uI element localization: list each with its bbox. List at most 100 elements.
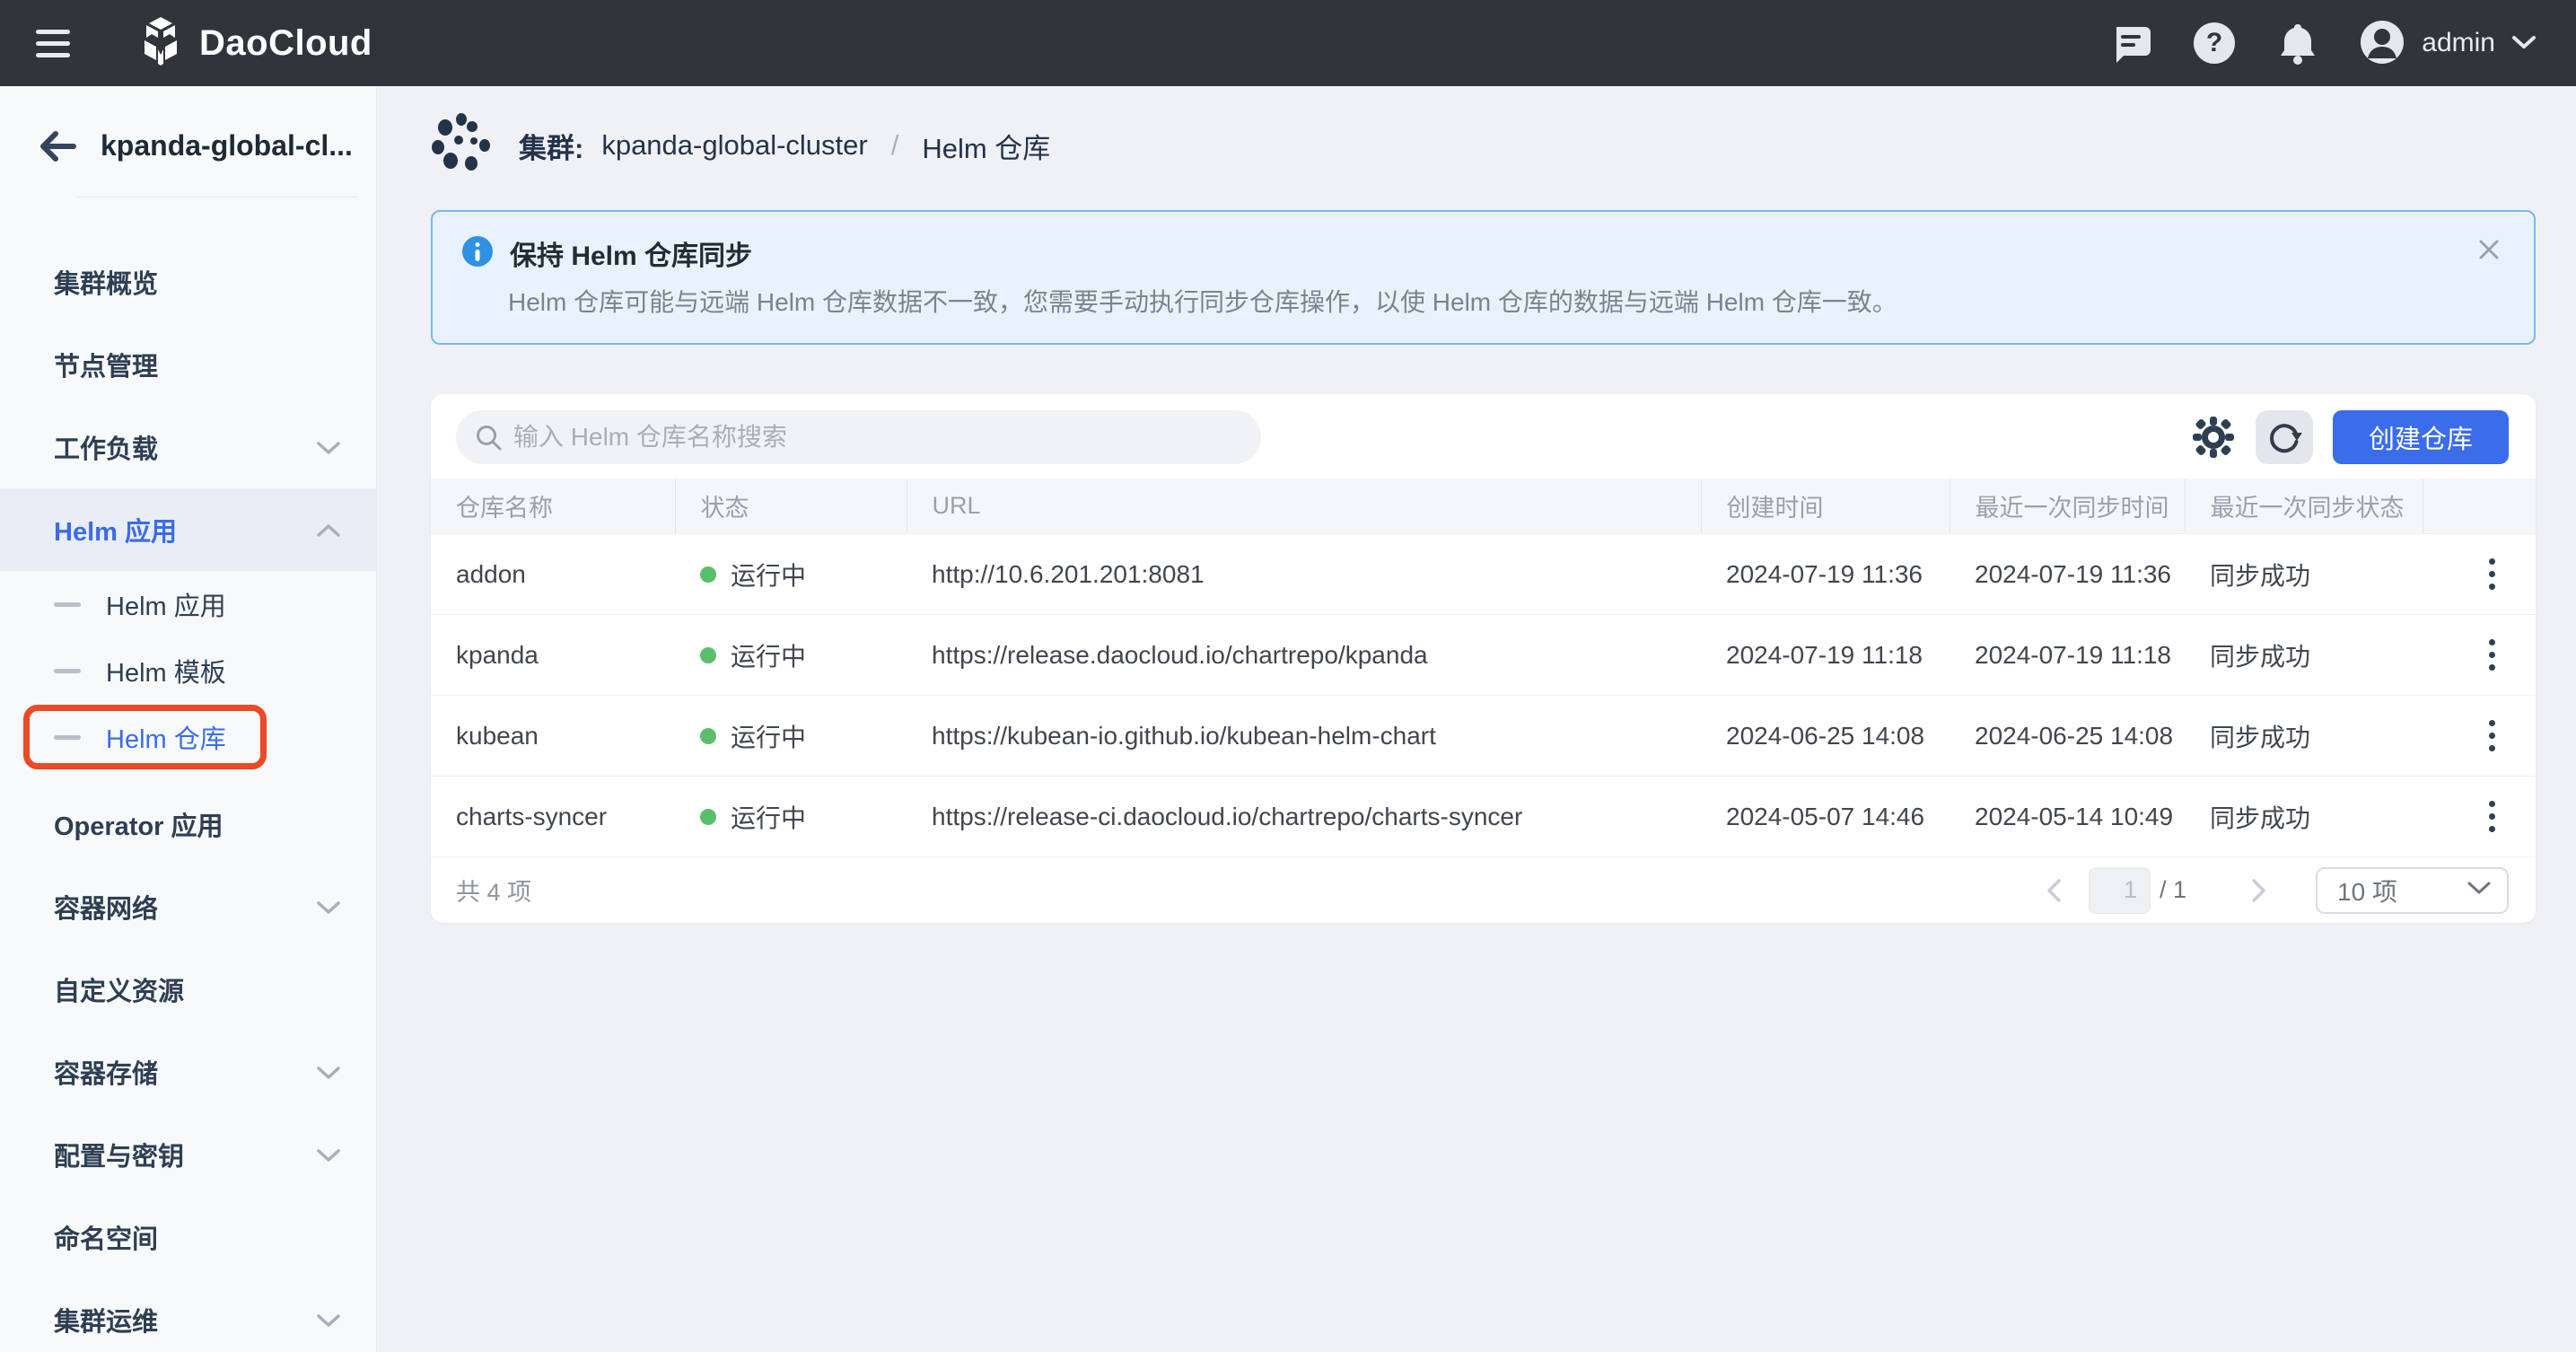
next-page-icon[interactable] bbox=[2244, 872, 2274, 909]
status-dot bbox=[700, 647, 716, 663]
col-header-actions bbox=[2423, 478, 2536, 534]
sidebar-item-label: Operator 应用 bbox=[54, 805, 223, 843]
breadcrumb-cluster-link[interactable]: kpanda-global-cluster bbox=[601, 129, 867, 162]
chat-icon[interactable] bbox=[2109, 22, 2152, 65]
repo-list-card: 创建仓库 仓库名称 状态 URL 创建时间 最近一次同步时间 bbox=[431, 394, 2536, 924]
status-text: 运行中 bbox=[731, 637, 806, 673]
create-repo-button[interactable]: 创建仓库 bbox=[2333, 410, 2509, 464]
chevron-down-icon bbox=[317, 1058, 340, 1087]
created-time: 2024-05-07 14:46 bbox=[1701, 777, 1950, 857]
sidebar-item-helm-apps[interactable]: Helm 应用 bbox=[0, 488, 376, 571]
sidebar-item-container-storage[interactable]: 容器存储 bbox=[0, 1031, 376, 1113]
svg-text:?: ? bbox=[2206, 28, 2222, 57]
repo-url: https://kubean-io.github.io/kubean-helm-… bbox=[907, 696, 1701, 777]
info-icon bbox=[461, 235, 494, 272]
close-icon[interactable] bbox=[2476, 237, 2502, 265]
dash-icon bbox=[54, 735, 81, 740]
info-alert: 保持 Helm 仓库同步 Helm 仓库可能与远端 Helm 仓库数据不一致，您… bbox=[431, 210, 2536, 345]
created-time: 2024-07-19 11:18 bbox=[1701, 615, 1950, 696]
table-row: charts-syncer 运行中 https://release-ci.dao… bbox=[431, 777, 2536, 857]
helm-submenu: Helm 应用 Helm 模板 Helm 仓库 bbox=[0, 571, 376, 770]
sync-status: 同步成功 bbox=[2185, 534, 2423, 615]
chevron-down-icon bbox=[317, 433, 340, 462]
sidebar-item-config-secrets[interactable]: 配置与密钥 bbox=[0, 1113, 376, 1196]
sidebar-item-label: 集群概览 bbox=[54, 263, 158, 301]
sidebar-item-container-network[interactable]: 容器网络 bbox=[0, 865, 376, 948]
prev-page-icon[interactable] bbox=[2038, 872, 2069, 909]
sidebar-item-label: Helm 应用 bbox=[106, 585, 226, 623]
repo-name: addon bbox=[431, 534, 675, 615]
row-actions-kebab-icon[interactable] bbox=[2473, 549, 2511, 599]
page-number-input[interactable] bbox=[2089, 867, 2151, 914]
created-time: 2024-07-19 11:36 bbox=[1701, 534, 1950, 615]
sidebar-item-cluster-ops[interactable]: 集群运维 bbox=[0, 1278, 376, 1352]
username: admin bbox=[2422, 28, 2495, 58]
gear-icon[interactable] bbox=[2191, 415, 2236, 460]
repo-url: http://10.6.201.201:8081 bbox=[907, 534, 1701, 615]
row-actions-kebab-icon[interactable] bbox=[2473, 711, 2511, 760]
status-dot bbox=[700, 728, 716, 744]
repo-name: kpanda bbox=[431, 615, 675, 696]
sidebar-item-label: 自定义资源 bbox=[54, 970, 184, 1008]
page-size-select[interactable]: 10 项 bbox=[2316, 867, 2509, 914]
table-row: addon 运行中 http://10.6.201.201:8081 2024-… bbox=[431, 534, 2536, 615]
refresh-icon[interactable] bbox=[2256, 410, 2313, 464]
table-row: kpanda 运行中 https://release.daocloud.io/c… bbox=[431, 615, 2536, 696]
sidebar-item-cluster-overview[interactable]: 集群概览 bbox=[0, 241, 376, 323]
cluster-header: kpanda-global-cl... bbox=[0, 86, 376, 197]
col-header-sync-status: 最近一次同步状态 bbox=[2185, 478, 2423, 534]
bell-icon[interactable] bbox=[2276, 21, 2319, 66]
sidebar-item-label: Helm 仓库 bbox=[106, 718, 226, 756]
chevron-down-icon bbox=[317, 1140, 340, 1170]
cluster-dots-icon bbox=[431, 111, 490, 180]
sync-status: 同步成功 bbox=[2185, 777, 2423, 857]
search-input[interactable] bbox=[456, 410, 1261, 464]
repo-name: charts-syncer bbox=[431, 777, 675, 857]
chevron-up-icon bbox=[317, 515, 340, 545]
repo-name: kubean bbox=[431, 696, 675, 777]
cluster-name: kpanda-global-cl... bbox=[101, 129, 353, 162]
sidebar-item-node-management[interactable]: 节点管理 bbox=[0, 323, 376, 406]
row-actions-kebab-icon[interactable] bbox=[2473, 630, 2511, 680]
row-actions-kebab-icon[interactable] bbox=[2473, 792, 2511, 841]
help-icon[interactable]: ? bbox=[2192, 21, 2237, 66]
total-count: 共 4 项 bbox=[456, 873, 531, 908]
chevron-down-icon bbox=[2467, 881, 2491, 900]
sidebar-item-label: 集群运维 bbox=[54, 1301, 158, 1339]
table-header-row: 仓库名称 状态 URL 创建时间 最近一次同步时间 最近一次同步状态 bbox=[431, 478, 2536, 534]
repo-url: https://release-ci.daocloud.io/chartrepo… bbox=[907, 777, 1701, 857]
status-text: 运行中 bbox=[731, 718, 806, 754]
pagination: / 1 10 项 bbox=[2038, 867, 2509, 914]
repo-url: https://release.daocloud.io/chartrepo/kp… bbox=[907, 615, 1701, 696]
sidebar-item-label: 工作负载 bbox=[54, 428, 158, 466]
alert-body: 保持 Helm 仓库同步 Helm 仓库可能与远端 Helm 仓库数据不一致，您… bbox=[461, 233, 2476, 320]
sidebar-item-operator-apps[interactable]: Operator 应用 bbox=[0, 783, 376, 865]
brand-name: DaoCloud bbox=[199, 23, 372, 64]
dash-icon bbox=[54, 602, 81, 607]
topbar-actions: ? admin bbox=[2109, 19, 2537, 68]
alert-title: 保持 Helm 仓库同步 bbox=[510, 233, 752, 273]
sidebar-item-workloads[interactable]: 工作负载 bbox=[0, 406, 376, 488]
status-dot bbox=[700, 809, 716, 825]
app: DaoCloud ? bbox=[0, 0, 2576, 1352]
daocloud-logo-icon bbox=[136, 15, 185, 72]
sync-status: 同步成功 bbox=[2185, 696, 2423, 777]
status-text: 运行中 bbox=[731, 799, 806, 835]
breadcrumb: 集群: kpanda-global-cluster / Helm 仓库 bbox=[431, 110, 2536, 181]
user-menu[interactable]: admin bbox=[2359, 19, 2537, 68]
sidebar-subitem-helm-apps[interactable]: Helm 应用 bbox=[0, 571, 376, 637]
sidebar-item-namespaces[interactable]: 命名空间 bbox=[0, 1196, 376, 1278]
sidebar-item-label: 配置与密钥 bbox=[54, 1136, 184, 1173]
sidebar-subitem-helm-repos[interactable]: Helm 仓库 bbox=[0, 704, 376, 770]
sidebar-item-label: Helm 应用 bbox=[54, 511, 177, 549]
last-sync-time: 2024-06-25 14:08 bbox=[1950, 696, 2185, 777]
last-sync-time: 2024-07-19 11:36 bbox=[1950, 534, 2185, 615]
search-icon bbox=[474, 423, 504, 458]
menu-icon[interactable] bbox=[36, 25, 75, 61]
sidebar-item-label: 节点管理 bbox=[54, 346, 158, 383]
sidebar-item-custom-resources[interactable]: 自定义资源 bbox=[0, 948, 376, 1031]
sidebar-item-label: 命名空间 bbox=[54, 1218, 158, 1256]
sidebar-subitem-helm-templates[interactable]: Helm 模板 bbox=[0, 637, 376, 704]
chevron-down-icon bbox=[317, 892, 340, 922]
back-arrow-icon[interactable] bbox=[38, 131, 77, 162]
